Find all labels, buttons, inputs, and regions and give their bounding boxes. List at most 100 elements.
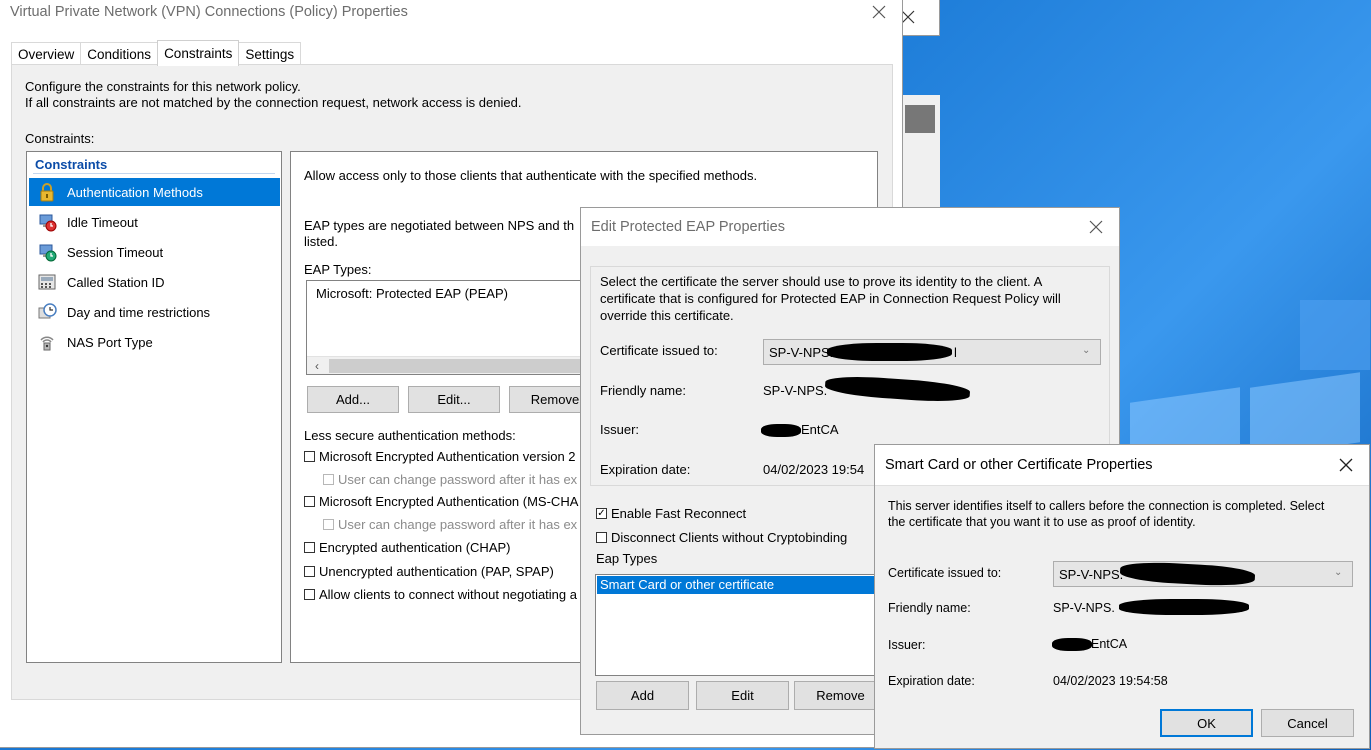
constraint-label: Session Timeout (67, 244, 164, 260)
cancel-button[interactable]: Cancel (1261, 709, 1354, 737)
session-timeout-icon (39, 244, 57, 262)
tab-strip: Overview Conditions Constraints Settings (11, 40, 302, 66)
smartcard-description-2: the certificate that you want it to use … (888, 515, 1196, 529)
checkbox-label: Enable Fast Reconnect (611, 506, 747, 521)
checkbox-box[interactable] (304, 451, 315, 462)
tab-settings[interactable]: Settings (238, 42, 302, 66)
constraints-list-header: Constraints (35, 157, 108, 172)
constraint-label: Authentication Methods (67, 184, 203, 200)
idle-timeout-icon (39, 214, 57, 232)
checkbox-box[interactable] (323, 519, 334, 530)
checkbox-label: Unencrypted authentication (PAP, SPAP) (319, 564, 554, 579)
mschap-change-password-checkbox[interactable]: User can change password after it has ex (323, 517, 577, 532)
checkbox-checked-icon[interactable]: ✓ (596, 508, 607, 519)
edit-eap-button[interactable]: Edit... (408, 386, 500, 413)
eap-friendly-label: Friendly name: (600, 383, 686, 398)
redaction-mark (1052, 638, 1092, 651)
redaction-mark (761, 424, 801, 437)
called-station-icon (38, 274, 56, 290)
enable-fast-reconnect-checkbox[interactable]: ✓ Enable Fast Reconnect (596, 506, 746, 521)
wallpaper-shape (1300, 300, 1370, 370)
eap-expiration-value: 04/02/2023 19:54 (763, 462, 865, 477)
smartcard-issuer-label: Issuer: (888, 638, 926, 652)
checkbox-box[interactable] (596, 532, 607, 543)
close-icon (1339, 458, 1353, 472)
smartcard-cert-issued-value: SP-V-NPS. (1059, 566, 1124, 582)
smartcard-titlebar: Smart Card or other Certificate Properti… (875, 445, 1369, 485)
eap-description-1: Select the certificate the server should… (600, 274, 1043, 289)
checkbox-box[interactable] (304, 542, 315, 553)
eap-negotiated-text-1: EAP types are negotiated between NPS and… (304, 218, 575, 233)
mschapv2-change-password-checkbox[interactable]: User can change password after it has ex (323, 472, 577, 487)
header-divider (33, 173, 275, 174)
smartcard-close-button[interactable] (1323, 445, 1369, 485)
close-icon (1089, 220, 1103, 234)
constraint-day-time-restrictions[interactable]: Day and time restrictions (29, 298, 280, 326)
constraint-called-station-id[interactable]: Called Station ID (29, 268, 280, 296)
lock-icon (40, 183, 54, 202)
add-eap-button[interactable]: Add... (307, 386, 399, 413)
horizontal-scrollbar[interactable]: ‹ (307, 356, 625, 374)
eap-cert-issued-value: SP-V-NPS. (769, 344, 834, 360)
eap-close-button[interactable] (1073, 208, 1119, 246)
constraint-label: Idle Timeout (67, 214, 138, 230)
allow-access-text: Allow access only to those clients that … (304, 168, 758, 183)
eap-types-label: Eap Types (596, 551, 658, 566)
main-close-button[interactable] (856, 0, 902, 26)
scroll-left-icon[interactable]: ‹ (309, 358, 325, 374)
smartcard-expiration-value: 04/02/2023 19:54:58 (1053, 674, 1168, 688)
main-titlebar: Virtual Private Network (VPN) Connection… (0, 0, 902, 26)
eap-expiration-label: Expiration date: (600, 462, 691, 477)
checkbox-label: User can change password after it has ex (338, 472, 578, 487)
clock-icon (38, 303, 57, 319)
eap-cert-issued-suffix: l (954, 345, 957, 360)
checkbox-label: Microsoft Encrypted Authentication (MS-C… (319, 494, 579, 509)
constraint-label: NAS Port Type (67, 334, 153, 350)
smartcard-description-1: This server identifies itself to callers… (888, 499, 1325, 513)
checkbox-label: User can change password after it has ex (338, 517, 578, 532)
checkbox-box[interactable] (323, 474, 334, 485)
constraint-authentication-methods[interactable]: Authentication Methods (29, 178, 280, 206)
eap-add-button[interactable]: Add (596, 681, 689, 710)
eap-type-item[interactable]: Microsoft: Protected EAP (PEAP) (316, 286, 508, 301)
chap-checkbox[interactable]: Encrypted authentication (CHAP) (304, 540, 510, 555)
smartcard-content: This server identifies itself to callers… (875, 485, 1369, 704)
mschapv2-checkbox[interactable]: Microsoft Encrypted Authentication versi… (304, 449, 576, 464)
checkbox-box[interactable] (304, 496, 315, 507)
constraints-list[interactable]: Constraints Authentication Methods Idle … (26, 151, 282, 663)
eap-description-2: certificate that is configured for Prote… (600, 291, 1061, 306)
smart-card-properties-window: Smart Card or other Certificate Properti… (874, 444, 1370, 749)
nas-port-icon (40, 336, 54, 351)
smartcard-issuer-value: EntCA (1091, 637, 1128, 651)
mschap-checkbox[interactable]: Microsoft Encrypted Authentication (MS-C… (304, 494, 578, 509)
smartcard-window-title: Smart Card or other Certificate Properti… (885, 457, 1153, 473)
constraint-session-timeout[interactable]: Session Timeout (29, 238, 280, 266)
constraint-idle-timeout[interactable]: Idle Timeout (29, 208, 280, 236)
checkbox-label: Encrypted authentication (CHAP) (319, 540, 511, 555)
chevron-down-icon: ⌄ (1334, 567, 1343, 578)
smartcard-expiration-label: Expiration date: (888, 674, 975, 688)
main-window-title: Virtual Private Network (VPN) Connection… (10, 4, 408, 20)
checkbox-box[interactable] (304, 566, 315, 577)
disconnect-cryptobinding-checkbox[interactable]: Disconnect Clients without Cryptobinding (596, 530, 847, 545)
tab-overview[interactable]: Overview (11, 42, 82, 66)
constraint-nas-port-type[interactable]: NAS Port Type (29, 328, 280, 356)
eap-issuer-value: EntCA (801, 422, 839, 437)
eap-edit-button[interactable]: Edit (696, 681, 789, 710)
redaction-mark (824, 373, 971, 405)
pap-checkbox[interactable]: Unencrypted authentication (PAP, SPAP) (304, 564, 554, 579)
chevron-down-icon: ⌄ (1082, 345, 1091, 356)
tab-constraints[interactable]: Constraints (157, 40, 240, 66)
checkbox-box[interactable] (304, 589, 315, 600)
eap-issuer-label: Issuer: (600, 422, 640, 437)
redaction-mark (1119, 599, 1249, 615)
eap-friendly-value: SP-V-NPS. (763, 383, 828, 398)
redaction-mark (827, 343, 952, 361)
no-negotiation-checkbox[interactable]: Allow clients to connect without negotia… (304, 587, 577, 602)
ok-button[interactable]: OK (1160, 709, 1253, 737)
eap-cert-issued-label: Certificate issued to: (600, 343, 718, 358)
eap-description-3: override this certificate. (600, 308, 734, 323)
eap-types-list[interactable]: Microsoft: Protected EAP (PEAP) ‹ (306, 280, 626, 375)
eap-types-label: EAP Types: (304, 262, 372, 277)
tab-conditions[interactable]: Conditions (80, 42, 159, 66)
